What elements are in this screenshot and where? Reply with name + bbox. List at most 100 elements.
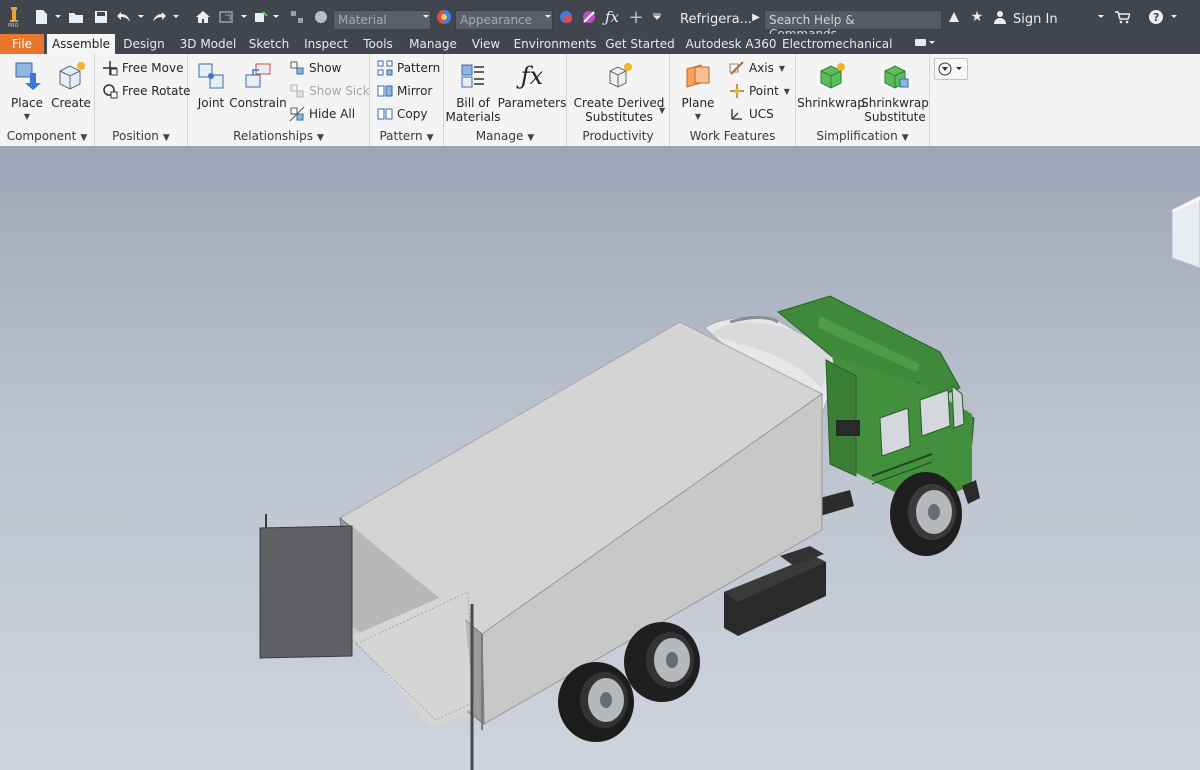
select-priority-icon[interactable]: [252, 0, 270, 34]
create-derived-dropdown-icon[interactable]: ▼: [659, 106, 665, 115]
customize-dropdown-icon[interactable]: [653, 13, 661, 21]
add-icon[interactable]: +: [627, 0, 645, 34]
tab-view[interactable]: View: [467, 34, 505, 54]
tab-assemble[interactable]: Assemble: [47, 34, 115, 54]
plane-button[interactable]: Plane ▼: [676, 60, 720, 124]
pattern-panel-label[interactable]: Pattern ▼: [370, 128, 443, 144]
appearance-icon[interactable]: [435, 0, 453, 34]
title-bar: PRO Material Appearance ƒx + Refrigera..…: [0, 0, 1200, 41]
binoculars-icon[interactable]: [944, 0, 964, 34]
tab-environments[interactable]: Environments: [512, 34, 598, 54]
tab-manage[interactable]: Manage: [405, 34, 461, 54]
undo-dropdown-icon[interactable]: [137, 13, 145, 21]
pattern-panel-dropdown-icon[interactable]: ▼: [427, 133, 434, 143]
account-dropdown-icon[interactable]: [1097, 13, 1105, 21]
component-panel-label[interactable]: Component ▼: [0, 128, 94, 144]
pattern-icon: [376, 59, 394, 77]
free-rotate-button[interactable]: Free Rotate: [101, 82, 191, 100]
mirror-button[interactable]: Mirror: [376, 82, 432, 100]
tab-file[interactable]: File: [0, 34, 44, 54]
tab-autodesk-a360[interactable]: Autodesk A360: [683, 34, 779, 54]
simplification-panel-dropdown-icon[interactable]: ▼: [902, 133, 909, 143]
save-icon[interactable]: [92, 0, 110, 34]
appearance-dropdown-icon[interactable]: [544, 13, 552, 21]
inventor-logo-icon[interactable]: PRO: [4, 0, 24, 34]
tab-tools[interactable]: Tools: [358, 34, 398, 54]
ribbon-display-options-button[interactable]: [934, 58, 968, 80]
measure-icon[interactable]: [288, 0, 306, 34]
redo-dropdown-icon[interactable]: [172, 13, 180, 21]
axis-dropdown-icon[interactable]: ▼: [779, 64, 785, 73]
appearance-select[interactable]: Appearance: [455, 10, 553, 30]
undo-icon[interactable]: [115, 0, 133, 34]
position-panel-label[interactable]: Position ▼: [95, 128, 187, 144]
constrain-button[interactable]: Constrain: [229, 60, 287, 110]
help-dropdown-icon[interactable]: [1170, 13, 1178, 21]
plane-dropdown-icon[interactable]: ▼: [695, 110, 701, 124]
position-panel-dropdown-icon[interactable]: ▼: [163, 133, 170, 143]
home-icon[interactable]: [194, 0, 212, 34]
joint-button[interactable]: Joint: [192, 60, 230, 110]
create-button[interactable]: Create: [50, 60, 92, 110]
manage-panel-dropdown-icon[interactable]: ▼: [527, 133, 534, 143]
point-button[interactable]: Point ▼: [728, 82, 790, 100]
point-dropdown-icon[interactable]: ▼: [784, 87, 790, 96]
parameters-fx-icon[interactable]: ƒx: [603, 0, 621, 34]
place-dropdown-icon[interactable]: ▼: [24, 110, 30, 124]
work-features-panel-title: Work Features: [689, 129, 776, 143]
productivity-panel-title: Productivity: [582, 129, 654, 143]
truck-model[interactable]: [0, 146, 1200, 770]
ucs-button[interactable]: UCS: [728, 105, 774, 123]
search-input[interactable]: Search Help & Commands...: [764, 10, 942, 41]
create-derived-substitutes-button[interactable]: Create Derived Substitutes: [573, 60, 665, 124]
free-move-button[interactable]: Free Move: [101, 59, 183, 77]
tab-electromechanical[interactable]: Electromechanical: [782, 34, 892, 54]
tab-design[interactable]: Design: [119, 34, 169, 54]
clear-appearance-icon[interactable]: [580, 0, 598, 34]
new-file-icon[interactable]: [32, 0, 50, 34]
plane-icon: [682, 60, 714, 92]
tab-get-started[interactable]: Get Started: [604, 34, 676, 54]
show-button[interactable]: Show: [288, 59, 341, 77]
simplification-panel-label[interactable]: Simplification ▼: [796, 128, 929, 144]
viewcube[interactable]: [1171, 195, 1200, 269]
update-icon[interactable]: [218, 0, 236, 34]
adjust-appearance-icon[interactable]: [557, 0, 575, 34]
axis-button[interactable]: Axis ▼: [728, 59, 785, 77]
copy-button[interactable]: Copy: [376, 105, 427, 123]
tab-sketch[interactable]: Sketch: [246, 34, 292, 54]
panel-options-icon[interactable]: [910, 34, 940, 54]
new-dropdown-icon[interactable]: [54, 13, 62, 21]
tab-inspect[interactable]: Inspect: [300, 34, 352, 54]
relationships-panel-label[interactable]: Relationships ▼: [188, 128, 369, 144]
tab-3d-model[interactable]: 3D Model: [176, 34, 240, 54]
graphics-viewport[interactable]: [0, 146, 1200, 770]
sign-in-link[interactable]: Sign In: [1013, 10, 1058, 30]
star-icon[interactable]: ★: [968, 0, 986, 34]
shrinkwrap-substitute-button[interactable]: Shrinkwrap Substitute: [861, 60, 929, 124]
material-dropdown-icon[interactable]: [422, 13, 430, 21]
shrinkwrap-button[interactable]: Shrinkwrap: [797, 60, 865, 110]
bill-of-materials-button[interactable]: Bill of Materials: [446, 60, 501, 124]
pattern-button[interactable]: Pattern: [376, 59, 440, 77]
select-dropdown-icon[interactable]: [272, 13, 280, 21]
relationships-panel-dropdown-icon[interactable]: ▼: [317, 133, 324, 143]
ribbon-display-options-icon: [938, 62, 962, 76]
component-panel-dropdown-icon[interactable]: ▼: [80, 133, 87, 143]
hide-all-button[interactable]: Hide All: [288, 105, 355, 123]
help-icon[interactable]: ?: [1146, 0, 1166, 34]
user-icon[interactable]: [992, 0, 1008, 34]
hide-all-label: Hide All: [309, 107, 356, 121]
globe-icon[interactable]: [312, 0, 330, 34]
place-button[interactable]: Place ▼: [6, 60, 48, 124]
redo-icon[interactable]: [150, 0, 168, 34]
show-sick-button[interactable]: Show Sick: [288, 82, 370, 100]
open-folder-icon[interactable]: [67, 0, 85, 34]
cart-icon[interactable]: [1112, 0, 1132, 34]
parameters-button[interactable]: ƒx Parameters: [498, 60, 567, 110]
update-dropdown-icon[interactable]: [240, 13, 248, 21]
manage-panel-label[interactable]: Manage ▼: [444, 128, 566, 144]
material-select[interactable]: Material: [333, 10, 431, 30]
front-wheel[interactable]: [890, 472, 962, 556]
expand-arrow-icon[interactable]: ▶: [750, 0, 762, 34]
